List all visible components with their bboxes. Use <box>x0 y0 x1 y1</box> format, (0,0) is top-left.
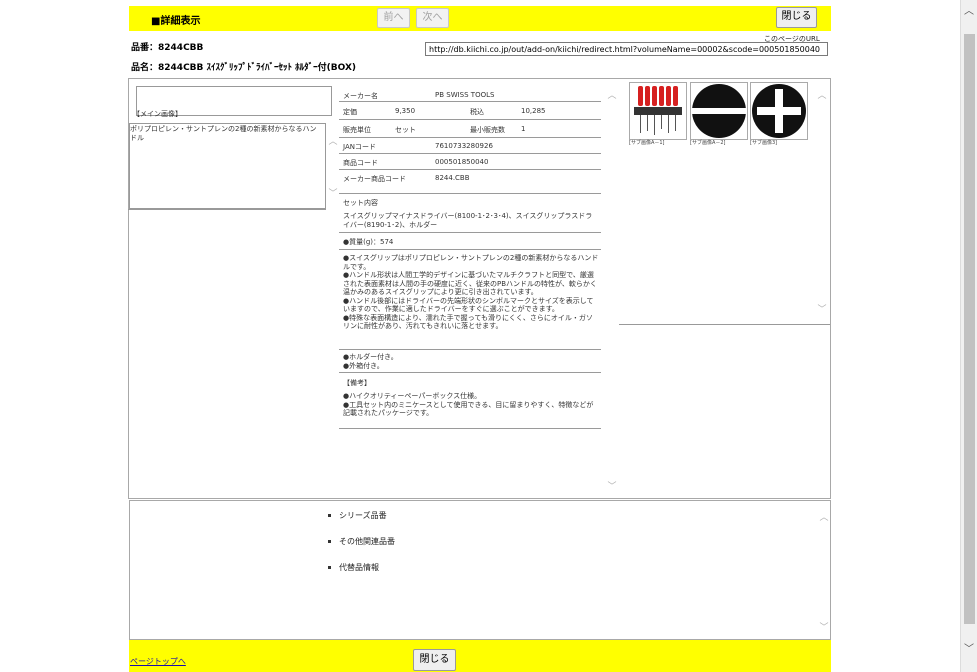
page-title: ■詳細表示 <box>151 16 201 27</box>
maker-label: メーカー名 <box>343 92 378 100</box>
set-contents: スイスグリップマイナスドライバー(8100-1･2･3･4)、スイスグリップラス… <box>343 212 593 229</box>
remarks: ●ハイクオリティーペーパーボックス仕様。 ●工具セット内のミニケースとして使用で… <box>343 392 594 417</box>
divider-2 <box>339 249 601 250</box>
accessories: ●ホルダー付き。 ●外箱付き。 <box>343 353 398 370</box>
close-button-top[interactable]: 閉じる <box>776 7 817 28</box>
window-scroll-up-icon[interactable]: ︿ <box>964 2 974 17</box>
thumbnail-1-caption: [サブ画像A－1] <box>629 140 665 146</box>
footer-bar <box>129 640 831 672</box>
jan-value: 7610733280926 <box>435 142 493 150</box>
taxin-label: 税込 <box>470 108 484 116</box>
product-name-label: 品名： <box>131 63 159 73</box>
divider-5 <box>339 428 601 429</box>
right-scroll-up-icon[interactable]: ︿ <box>816 88 828 101</box>
weight: ●質量(g)：574 <box>343 238 394 246</box>
window-scrollbar[interactable]: ︿ ﹀ <box>960 0 977 672</box>
close-button-bottom[interactable]: 閉じる <box>413 649 456 671</box>
thumbnail-2[interactable] <box>690 82 748 140</box>
price-label: 定価 <box>343 108 357 116</box>
thumbnail-3-caption: [サブ画像3] <box>750 140 778 146</box>
product-code-value: 8244CBB <box>158 43 204 53</box>
page-url-field[interactable]: http://db.kiichi.co.jp/out/add-on/kiichi… <box>425 42 828 56</box>
unit-value: セット <box>395 126 416 134</box>
price-value: 9,350 <box>395 107 416 115</box>
itemcode-label: 商品コード <box>343 159 378 167</box>
unit-label: 販売単位 <box>343 126 371 134</box>
divider-4 <box>339 372 601 373</box>
bottom-scroll-down-icon[interactable]: ﹀ <box>818 620 830 633</box>
jan-label: JANコード <box>343 143 376 151</box>
header-bar <box>129 6 831 31</box>
slotted-tip-symbol-icon <box>692 84 746 138</box>
series-link[interactable]: シリーズ品番 <box>328 510 387 521</box>
related-frame <box>129 500 831 640</box>
makercode-label: メーカー商品コード <box>343 175 406 183</box>
alternative-link[interactable]: 代替品情報 <box>328 562 379 573</box>
middle-scroll-down-icon[interactable]: ﹀ <box>606 479 618 492</box>
thumbnail-3[interactable] <box>750 82 808 140</box>
next-button[interactable]: 次へ <box>416 8 449 28</box>
features: ●スイスグリップはポリプロピレン・サントプレンの2種の新素材からなるハンドルです… <box>343 254 599 330</box>
prev-button[interactable]: 前へ <box>377 8 410 28</box>
thumbnail-1[interactable] <box>629 82 687 140</box>
other-related-link[interactable]: その他関連品番 <box>328 536 395 547</box>
minqty-value: 1 <box>521 125 526 133</box>
main-image-label: 【メイン画像】 <box>133 110 182 118</box>
makercode-value: 8244.CBB <box>435 174 470 182</box>
left-description: ポリプロピレン・サントプレンの2種の新素材からなるハンドル <box>130 125 317 142</box>
product-name-value: 8244CBB ｽｲｽｸﾞﾘｯﾌﾟﾄﾞﾗｲﾊﾞｰｾｯﾄ ﾎﾙﾀﾞｰ付(BOX) <box>158 63 357 73</box>
itemcode-value: 000501850040 <box>435 158 489 166</box>
bottom-scroll-up-icon[interactable]: ︿ <box>818 510 830 523</box>
thumbnail-2-caption: [サブ画像A－2] <box>690 140 726 146</box>
right-panel-divider <box>619 324 830 325</box>
phillips-tip-symbol-icon <box>752 84 806 138</box>
left-scroll-up-icon[interactable]: ︿ <box>327 134 339 147</box>
minqty-label: 最小販売数 <box>470 126 505 134</box>
series-link-label: シリーズ品番 <box>339 511 387 520</box>
right-scroll-down-icon[interactable]: ﹀ <box>816 302 828 315</box>
alternative-link-label: 代替品情報 <box>339 563 379 572</box>
remarks-heading: 【備考】 <box>343 379 371 387</box>
product-code-label: 品番： <box>131 43 159 53</box>
middle-scroll-up-icon[interactable]: ︿ <box>606 88 618 101</box>
other-related-link-label: その他関連品番 <box>339 537 395 546</box>
divider-1 <box>339 232 601 233</box>
window-scroll-thumb[interactable] <box>964 34 975 624</box>
product-name: 品名：8244CBB ｽｲｽｸﾞﾘｯﾌﾟﾄﾞﾗｲﾊﾞｰｾｯﾄ ﾎﾙﾀﾞｰ付(BO… <box>131 60 356 73</box>
screwdriver-set-icon <box>634 86 682 135</box>
maker-value: PB SWISS TOOLS <box>435 91 495 99</box>
taxin-value: 10,285 <box>521 107 546 115</box>
page-top-link[interactable]: ページトップへ <box>130 656 186 667</box>
set-heading: セット内容 <box>343 199 378 207</box>
left-panel-divider <box>128 209 326 210</box>
divider-3 <box>339 349 601 350</box>
product-code: 品番：8244CBB <box>131 40 203 53</box>
left-scroll-down-icon[interactable]: ﹀ <box>327 186 339 199</box>
window-scroll-down-icon[interactable]: ﹀ <box>964 640 974 655</box>
